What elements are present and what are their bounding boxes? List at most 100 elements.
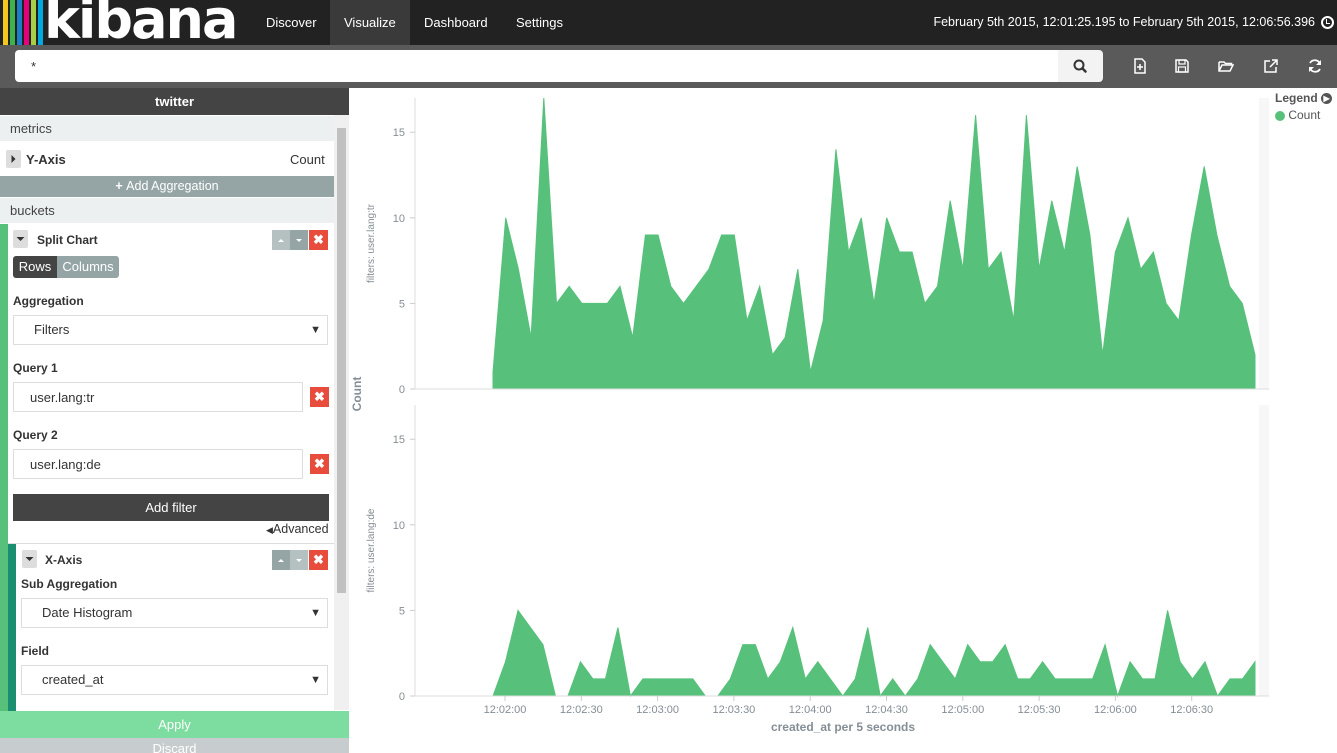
y-tick-label: 10 [393, 520, 405, 532]
yaxis-toggle[interactable] [6, 150, 21, 168]
query1-label: Query 1 [13, 361, 58, 375]
caret-up-icon [278, 559, 284, 562]
y-tick-label: 0 [399, 384, 405, 396]
xaxis-move-down-button[interactable] [290, 550, 308, 570]
shared-y-axis-label: Count [350, 377, 364, 412]
caret-up-icon [278, 239, 284, 242]
advanced-toggle[interactable]: ◀Advanced [266, 522, 329, 536]
kibana-wordmark: kibana [44, 0, 238, 45]
plus-icon: + [115, 179, 127, 193]
plot-gutter [1259, 98, 1269, 389]
legend-item-count[interactable]: Count [1275, 108, 1333, 122]
save-icon[interactable] [1173, 57, 1191, 75]
close-icon: ✖ [313, 552, 324, 567]
caret-left-icon: ◀ [266, 525, 273, 535]
new-visualization-icon[interactable] [1131, 57, 1149, 75]
x-tick-label: 12:06:30 [1170, 704, 1213, 716]
plot-gutter [1259, 405, 1269, 696]
split-chart-label: Split Chart [37, 233, 98, 247]
remove-query2-button[interactable]: ✖ [310, 454, 329, 474]
visualization-area: 0 5 10 15 filters: user.lang:tr 0 5 10 15 filters… [349, 88, 1337, 753]
x-tick-label: 12:04:30 [865, 704, 908, 716]
yaxis-label: Y-Axis [26, 152, 66, 167]
add-filter-button[interactable]: Add filter [13, 494, 329, 521]
aggregation-sidebar: twitter metrics Y-Axis Count + Add Aggre… [0, 88, 349, 753]
nav-settings[interactable]: Settings [502, 0, 577, 45]
logo-stripe [17, 0, 22, 45]
dropdown-arrow-icon: ▼ [310, 607, 321, 619]
add-aggregation-button[interactable]: + Add Aggregation [0, 176, 334, 197]
advanced-label: Advanced [272, 522, 329, 536]
logo-stripe [3, 0, 8, 45]
field-value: created_at [42, 672, 104, 687]
area-series-count [492, 609, 1256, 698]
clock-icon[interactable] [1321, 16, 1334, 29]
y-tick-label: 5 [399, 605, 405, 617]
move-up-button[interactable] [272, 230, 290, 250]
buckets-header: buckets [0, 198, 334, 223]
split-chart-toggle[interactable] [13, 230, 28, 248]
remove-split-button[interactable]: ✖ [309, 230, 328, 250]
sub-aggregation-select[interactable]: Date Histogram ▼ [21, 598, 328, 628]
y-axis-label: filters: user.lang:tr [366, 203, 377, 283]
kibana-logo[interactable]: kibana [0, 0, 251, 45]
close-icon: ✖ [313, 232, 324, 247]
caret-down-icon [16, 237, 25, 241]
caret-right-icon [11, 155, 16, 163]
query2-input[interactable] [13, 449, 303, 479]
x-tick-label: 12:03:00 [636, 704, 679, 716]
aggregation-label: Aggregation [13, 294, 84, 308]
y-tick-label: 0 [399, 691, 405, 703]
divider [8, 543, 334, 544]
move-down-button[interactable] [290, 230, 308, 250]
x-tick-label: 12:03:30 [712, 704, 755, 716]
yaxis-value: Count [290, 152, 325, 167]
sidebar-scroll-thumb[interactable] [337, 128, 346, 593]
remove-xaxis-button[interactable]: ✖ [309, 550, 328, 570]
area-series-count [492, 97, 1256, 390]
caret-down-icon [25, 557, 34, 561]
field-select[interactable]: created_at ▼ [21, 665, 328, 695]
x-tick-label: 12:02:30 [560, 704, 603, 716]
close-icon: ✖ [314, 456, 325, 471]
remove-query1-button[interactable]: ✖ [310, 387, 329, 407]
query2-label: Query 2 [13, 428, 58, 442]
xaxis-toggle[interactable] [22, 550, 37, 568]
aggregation-select[interactable]: Filters ▼ [13, 315, 328, 345]
search-input[interactable] [15, 50, 1058, 82]
aggregation-value: Filters [34, 322, 70, 337]
nav-discover[interactable]: Discover [252, 0, 331, 45]
apply-button[interactable]: Apply [0, 711, 349, 738]
close-icon: ✖ [314, 389, 325, 404]
xaxis-move-up-button[interactable] [272, 550, 290, 570]
legend: Legend ▶ Count [1275, 91, 1333, 122]
discard-button[interactable]: Discard [0, 738, 349, 753]
logo-stripe [38, 0, 43, 45]
rows-toggle[interactable]: Rows [13, 256, 57, 278]
x-tick-label: 12:05:30 [1018, 704, 1061, 716]
query-bar [0, 45, 1337, 88]
time-range-display[interactable]: February 5th 2015, 12:01:25.195 to Febru… [933, 0, 1315, 45]
field-label: Field [21, 644, 50, 658]
share-icon[interactable] [1262, 57, 1280, 75]
query1-input[interactable] [13, 382, 303, 412]
search-button[interactable] [1058, 50, 1103, 82]
open-folder-icon[interactable] [1217, 57, 1235, 75]
columns-toggle[interactable]: Columns [57, 256, 119, 278]
caret-down-icon [296, 559, 302, 562]
y-tick-label: 5 [399, 298, 405, 310]
metrics-header: metrics [0, 116, 334, 141]
legend-item-label: Count [1288, 108, 1321, 122]
x-tick-label: 12:02:00 [484, 704, 527, 716]
add-aggregation-label: Add Aggregation [126, 179, 219, 193]
caret-down-icon [296, 239, 302, 242]
x-tick-label: 12:04:00 [789, 704, 832, 716]
nav-dashboard[interactable]: Dashboard [410, 0, 502, 45]
refresh-icon[interactable] [1306, 57, 1324, 75]
dropdown-arrow-icon: ▼ [310, 324, 321, 336]
y-tick-label: 10 [393, 213, 405, 225]
top-navbar: kibana Discover Visualize Dashboard Sett… [0, 0, 1337, 45]
xaxis-accent [8, 544, 16, 711]
nav-visualize[interactable]: Visualize [330, 0, 410, 45]
legend-header[interactable]: Legend ▶ [1275, 91, 1333, 105]
